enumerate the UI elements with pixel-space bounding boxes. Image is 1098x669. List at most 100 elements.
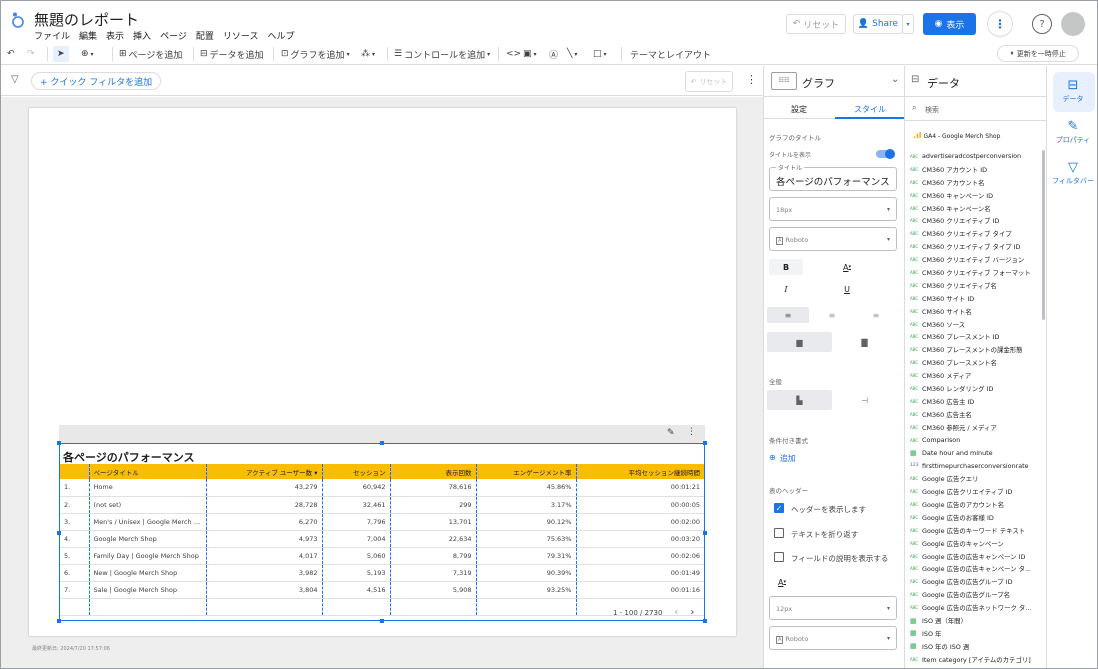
table-row[interactable]: 1. Home 43,279 60,942 78,616 45.86% 00:01:21 bbox=[60, 479, 704, 497]
field-item[interactable]: ABC Google 広告の広告ネットワーク タ... bbox=[910, 601, 1040, 614]
shape-button[interactable]: □ ▾ bbox=[593, 46, 607, 62]
add-page-button[interactable]: ⊞ ページを追加 bbox=[119, 46, 182, 62]
field-item[interactable]: ABC Google 広告のお客様 ID bbox=[910, 511, 1040, 524]
edit-pencil-icon[interactable]: ✎ bbox=[667, 428, 675, 438]
undo-icon[interactable]: ↶ bbox=[7, 46, 15, 62]
theme-layout-button[interactable]: テーマとレイアウト bbox=[630, 46, 711, 62]
column-header-views[interactable]: 表示回数 bbox=[390, 464, 477, 479]
title-input[interactable]: タイトル 各ページのパフォーマンス bbox=[769, 163, 897, 191]
add-data-button[interactable]: ⊟ データを追加 bbox=[200, 46, 264, 62]
tab-setup[interactable]: 設定 bbox=[764, 104, 834, 115]
field-item[interactable]: ABC Google 広告の広告グループ名 bbox=[910, 588, 1040, 601]
field-item[interactable]: ABC CM360 参照元 / メディア bbox=[910, 421, 1040, 434]
field-item[interactable]: ABC CM360 クリエイティブ名 bbox=[910, 279, 1040, 292]
select-cursor-icon[interactable]: ➤ bbox=[53, 46, 69, 62]
table-row[interactable]: 3. Men's / Unisex | Google Merch S... 6,27… bbox=[60, 513, 704, 531]
table-row[interactable]: 2. (not set) 28,728 32,461 299 3.17% 00:00:05 bbox=[60, 496, 704, 514]
pause-updates-button[interactable]: ⏸ 更新を一時停止 bbox=[997, 45, 1079, 62]
field-item[interactable]: ABC CM360 レンダリング ID bbox=[910, 382, 1040, 395]
field-item[interactable]: ▦ ISO 年 bbox=[910, 627, 1040, 640]
field-item[interactable]: ABC Item category [アイテムのカテゴリ] bbox=[910, 653, 1040, 666]
add-conditional-button[interactable]: ⊕ 追加 bbox=[769, 453, 796, 464]
embed-code-icon[interactable]: <> bbox=[506, 46, 521, 62]
rail-properties-button[interactable]: ✎ プロパティ bbox=[1047, 119, 1097, 145]
search-input[interactable]: 検索 bbox=[925, 105, 939, 115]
field-item[interactable]: ABC Google 広告クエリ bbox=[910, 472, 1040, 485]
field-item[interactable]: ABC CM360 ソース bbox=[910, 318, 1040, 331]
field-item[interactable]: ABC CM360 プレースメント ID bbox=[910, 330, 1040, 343]
align-right-icon[interactable]: ≡ bbox=[855, 307, 897, 323]
field-item[interactable]: ABC CM360 アカウント ID bbox=[910, 163, 1040, 176]
field-item[interactable]: ABC Google 広告の広告キャンペーン タ... bbox=[910, 563, 1040, 576]
header-font-color-button[interactable]: A ▾ bbox=[769, 574, 795, 590]
table-row[interactable]: 4. Google Merch Shop 4,973 7,004 22,634 75.63… bbox=[60, 530, 704, 548]
share-dropdown-button[interactable]: ▾ bbox=[902, 14, 914, 34]
prev-page-icon[interactable]: ‹ bbox=[674, 607, 678, 618]
column-header-engagement-rate[interactable]: エンゲージメント率 bbox=[476, 464, 577, 479]
community-viz-button[interactable]: ⁂ ▾ bbox=[361, 46, 375, 62]
field-item[interactable]: ▦ Date hour and minute bbox=[910, 446, 1040, 459]
avatar[interactable] bbox=[1061, 12, 1085, 36]
table-row[interactable]: 7. Sale | Google Merch Shop 3,804 4,516 5,90… bbox=[60, 581, 704, 599]
more-options-button[interactable]: ⋮ bbox=[987, 11, 1013, 37]
field-item[interactable]: ABC advertiseradcostperconversion bbox=[910, 150, 1040, 163]
menu-file[interactable]: ファイル bbox=[34, 29, 70, 42]
table-row[interactable]: 5. Family Day | Google Merch Shop 4,017 5,0… bbox=[60, 547, 704, 565]
field-item[interactable]: ABC CM360 サイト ID bbox=[910, 292, 1040, 305]
column-header-avg-session-duration[interactable]: 平均セッション継続時間 bbox=[576, 464, 704, 479]
data-search-box[interactable]: ⌕ 検索 bbox=[905, 97, 1046, 121]
field-item[interactable]: ABC Google 広告クリエイティブ ID bbox=[910, 485, 1040, 498]
tab-style[interactable]: スタイル bbox=[835, 104, 905, 115]
table-row[interactable]: 6. New | Google Merch Shop 3,982 5,193 7,319… bbox=[60, 564, 704, 582]
italic-button[interactable]: I bbox=[769, 281, 803, 297]
show-field-desc-checkbox[interactable] bbox=[774, 552, 784, 562]
filter-reset-button[interactable]: ↶ リセット bbox=[685, 71, 733, 92]
menu-edit[interactable]: 編集 bbox=[79, 29, 97, 42]
chevron-down-icon[interactable]: ⌄ bbox=[891, 74, 899, 85]
field-item[interactable]: ABC Google 広告の広告キャンペーン ID bbox=[910, 550, 1040, 563]
field-item[interactable]: ABC Google 広告の広告グループ ID bbox=[910, 575, 1040, 588]
font-family-select[interactable]: A Roboto ▾ bbox=[769, 227, 897, 251]
field-list-scrollbar[interactable] bbox=[1042, 150, 1045, 320]
field-item[interactable]: ABC CM360 キャンペーン名 bbox=[910, 202, 1040, 215]
show-header-checkbox[interactable]: ✓ bbox=[774, 503, 784, 513]
rail-data-button[interactable]: ⊟ データ bbox=[1047, 78, 1097, 104]
menu-page[interactable]: ページ bbox=[160, 29, 187, 42]
font-size-select[interactable]: 18px ▾ bbox=[769, 197, 897, 221]
add-chart-button[interactable]: ⊡ グラフを追加 ▾ bbox=[281, 46, 350, 62]
vertical-align-fill-icon[interactable]: ▇ bbox=[832, 332, 897, 352]
chart-align-right-icon[interactable]: ⊣ bbox=[832, 390, 897, 410]
header-font-family-select[interactable]: A Roboto ▾ bbox=[769, 626, 897, 650]
menu-help[interactable]: ヘルプ bbox=[267, 29, 294, 42]
column-header-sessions[interactable]: セッション bbox=[322, 464, 391, 479]
field-item[interactable]: ABC CM360 プレースメントの課金形態 bbox=[910, 343, 1040, 356]
reset-button[interactable]: ↶ リセット bbox=[786, 14, 846, 34]
column-header-active-users[interactable]: アクティブ ユーザー数 ▾ bbox=[206, 464, 323, 479]
view-button[interactable]: ◉ 表示 bbox=[923, 13, 976, 35]
font-color-button[interactable]: A ▾ bbox=[834, 259, 860, 275]
data-source-name[interactable]: .ıl GA4 - Google Merch Shop bbox=[913, 131, 1000, 140]
share-button[interactable]: 👤 Share bbox=[853, 14, 903, 34]
underline-button[interactable]: U bbox=[834, 281, 860, 297]
menu-view[interactable]: 表示 bbox=[106, 29, 124, 42]
line-button[interactable]: ╲ ▾ bbox=[567, 46, 577, 62]
field-item[interactable]: ABC CM360 メディア bbox=[910, 369, 1040, 382]
field-item[interactable]: ABC Google 広告のアカウント名 bbox=[910, 498, 1040, 511]
image-button[interactable]: ▣ ▾ bbox=[523, 46, 537, 62]
wrap-text-checkbox[interactable] bbox=[774, 528, 784, 538]
column-header-page-title[interactable]: ページタイトル bbox=[89, 464, 207, 479]
add-control-button[interactable]: ☰ コントロールを追加 ▾ bbox=[394, 46, 490, 62]
align-left-icon[interactable]: ≡ bbox=[767, 307, 809, 323]
vertical-align-bottom-icon[interactable]: ▆ bbox=[767, 332, 832, 352]
zoom-button[interactable]: ⊕ ▾ bbox=[81, 46, 94, 62]
field-item[interactable]: ABC CM360 広告主 ID bbox=[910, 395, 1040, 408]
chart-bars-icon[interactable]: ▙ bbox=[767, 390, 832, 410]
field-item[interactable]: ▦ ISO 週（年間） bbox=[910, 614, 1040, 627]
text-box-icon[interactable]: Ⓐ bbox=[549, 46, 558, 62]
menu-insert[interactable]: 挿入 bbox=[133, 29, 151, 42]
help-icon[interactable]: ? bbox=[1032, 14, 1052, 34]
field-item[interactable]: ABC CM360 クリエイティブ ID bbox=[910, 214, 1040, 227]
field-item[interactable]: ABC Comparison bbox=[910, 434, 1040, 447]
menu-resource[interactable]: リソース bbox=[223, 29, 259, 42]
redo-icon[interactable]: ↷ bbox=[27, 46, 35, 62]
